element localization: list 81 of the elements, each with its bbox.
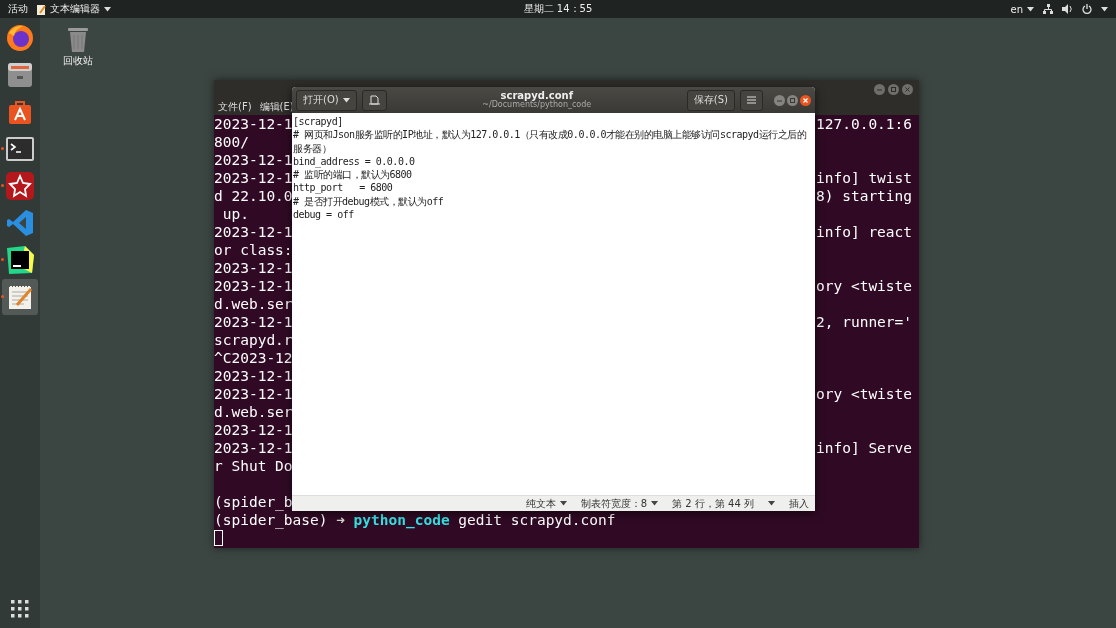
terminal-text: 2023-12-1 bbox=[214, 421, 292, 439]
language-indicator[interactable]: en bbox=[1010, 3, 1023, 15]
close-icon[interactable] bbox=[800, 94, 811, 106]
terminal-text: scrapyd.r bbox=[214, 331, 292, 349]
prompt-text: python_code bbox=[353, 511, 450, 529]
terminal-text: info] Serve bbox=[816, 439, 914, 457]
code-editor-icon bbox=[6, 209, 34, 237]
code-line: debug = off bbox=[293, 208, 355, 222]
terminal-text: ^C2023-12 bbox=[214, 349, 292, 367]
window-subtitle: ~/Documents/python_code bbox=[482, 101, 592, 110]
volume-icon[interactable] bbox=[1062, 4, 1073, 14]
code-line: # 是否打开debug模式，默认为off bbox=[293, 195, 445, 209]
terminal-text: 8) starting bbox=[816, 187, 914, 205]
file-cabinet-icon bbox=[6, 61, 34, 89]
code-line: # 监听的端口，默认为6800 bbox=[293, 168, 413, 181]
tab-width-selector[interactable]: 制表符宽度：8 bbox=[580, 496, 648, 511]
terminal-text: d.web.ser bbox=[214, 295, 292, 313]
terminal-text: (spider_b bbox=[214, 493, 292, 511]
window-title: scrapyd.conf bbox=[500, 90, 573, 102]
shopping-bag-icon bbox=[6, 98, 34, 126]
insert-mode: 插入 bbox=[789, 496, 809, 511]
terminal-text: info] twist bbox=[816, 169, 914, 187]
document-icon bbox=[368, 95, 380, 105]
minimize-icon[interactable] bbox=[874, 83, 885, 95]
terminal-text: 127.0.0.1:6 bbox=[816, 115, 914, 133]
app-grid-icon[interactable] bbox=[11, 600, 29, 618]
caret-icon bbox=[1027, 6, 1034, 12]
code-line: bind_address = 0.0.0.0 bbox=[293, 154, 416, 169]
dock-item[interactable] bbox=[2, 279, 38, 315]
terminal-text: d.web.ser bbox=[214, 403, 292, 421]
star-icon bbox=[6, 172, 34, 200]
minimize-icon[interactable] bbox=[774, 94, 785, 106]
globe-icon bbox=[5, 23, 35, 53]
browse-button[interactable] bbox=[361, 89, 387, 111]
caret-icon bbox=[559, 501, 567, 506]
trash-icon bbox=[67, 26, 89, 52]
maximize-icon[interactable] bbox=[888, 83, 899, 95]
save-button[interactable]: 保存(S) bbox=[686, 89, 735, 111]
network-icon[interactable] bbox=[1043, 4, 1053, 14]
terminal-text: 2023-12-1 bbox=[214, 367, 292, 385]
ide-icon bbox=[5, 245, 35, 275]
caret-icon bbox=[768, 501, 775, 506]
cursor-position: 第 2 行，第 44 列 bbox=[672, 496, 754, 511]
terminal-text: 2023-12-1 bbox=[214, 259, 292, 277]
terminal-text: 2023-12-1 bbox=[214, 151, 292, 169]
notepad-icon bbox=[36, 3, 46, 15]
terminal-text: ory <twiste bbox=[816, 385, 914, 403]
terminal-text: 2, runner=' bbox=[816, 313, 914, 331]
language-selector[interactable]: 纯文本 bbox=[525, 496, 556, 511]
activities-button[interactable]: 活动 bbox=[8, 2, 28, 16]
terminal-text: or class: bbox=[214, 241, 292, 259]
notepad-icon bbox=[6, 283, 34, 311]
open-button[interactable]: 打开(O) bbox=[296, 89, 357, 111]
terminal-text: up. bbox=[221, 205, 250, 223]
app-menu[interactable]: 文本编辑器 bbox=[50, 2, 100, 16]
terminal-text: 2023-12-1 bbox=[214, 385, 292, 403]
prompt-text: gedit scrapyd.conf bbox=[458, 511, 616, 529]
prompt-text: ➜ bbox=[336, 511, 345, 529]
terminal-text: r Shut Do bbox=[214, 457, 292, 475]
caret-icon bbox=[104, 6, 111, 12]
menu-icon bbox=[747, 96, 756, 104]
terminal-text: 2023-12-1 bbox=[214, 223, 292, 241]
menu-item[interactable]: 文件(F) bbox=[218, 99, 252, 114]
terminal-text: 800/ bbox=[214, 133, 250, 151]
power-icon[interactable] bbox=[1082, 4, 1092, 14]
terminal-text: ory <twiste bbox=[816, 277, 914, 295]
terminal-text: 2023-12-1 bbox=[214, 313, 292, 331]
clock[interactable]: 星期二 14：55 bbox=[523, 2, 593, 16]
terminal-icon bbox=[6, 137, 34, 161]
terminal-text: 2023-12-1 bbox=[214, 439, 292, 457]
code-line: [scrapyd] bbox=[293, 115, 344, 129]
code-line: http_port = 6800 bbox=[293, 182, 394, 194]
text-cursor bbox=[214, 530, 223, 546]
caret-icon bbox=[651, 501, 659, 506]
terminal-text: 2023-12-1 bbox=[214, 277, 292, 295]
desktop-icon-label[interactable]: 回收站 bbox=[63, 54, 93, 68]
prompt-text: (spider_base) bbox=[214, 511, 328, 529]
menu-button[interactable] bbox=[740, 89, 763, 111]
caret-icon bbox=[1101, 6, 1108, 12]
terminal-text: info] react bbox=[816, 223, 914, 241]
terminal-text: 2023-12-1 bbox=[214, 115, 292, 133]
